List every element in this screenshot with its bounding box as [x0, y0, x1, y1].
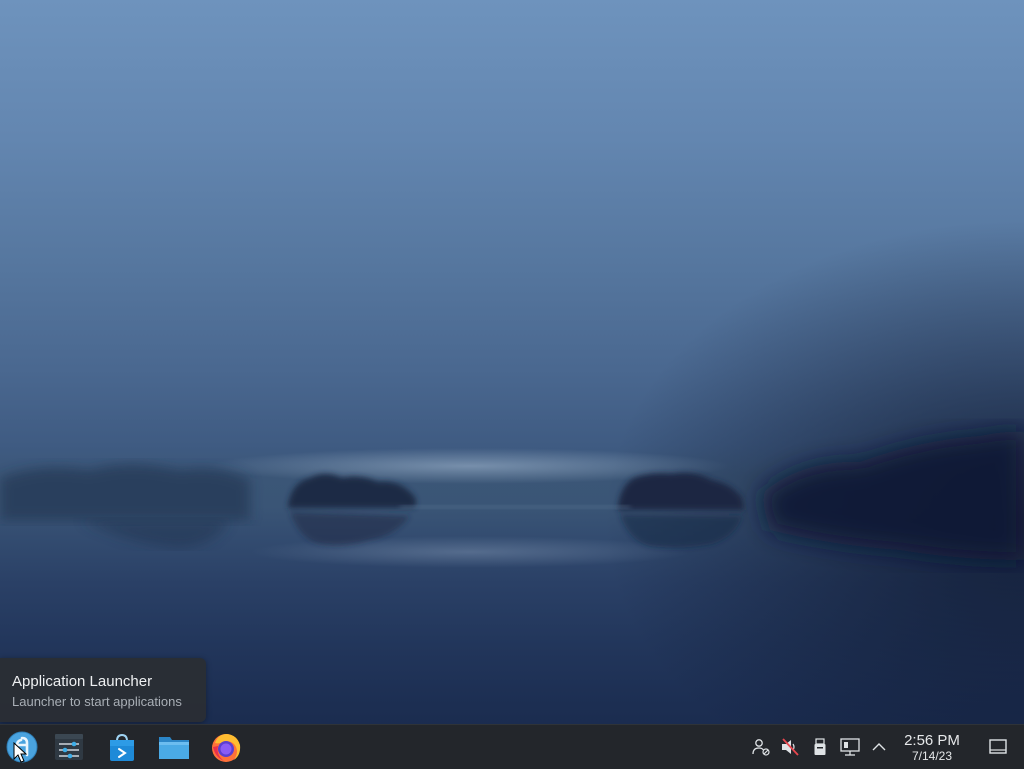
- person-icon: [752, 739, 770, 756]
- taskbar-discover[interactable]: [104, 729, 140, 765]
- tray-audio[interactable]: [780, 737, 800, 757]
- clock-date: 7/14/23: [911, 749, 953, 763]
- sliders-icon: [55, 734, 83, 760]
- taskbar: 2:56 PM 7/14/23: [0, 724, 1024, 769]
- folder-icon: [159, 737, 189, 759]
- clock-time: 2:56 PM: [904, 732, 960, 749]
- launcher-tooltip: Application Launcher Launcher to start a…: [0, 658, 206, 722]
- treeline-left: [0, 464, 250, 520]
- island-right: [618, 472, 744, 548]
- lake-scene: [0, 431, 1024, 560]
- reflection-left: [80, 520, 230, 548]
- mouse-cursor: [13, 742, 27, 763]
- taskbar-system-settings[interactable]: [51, 729, 87, 765]
- digital-clock[interactable]: 2:56 PM 7/14/23: [896, 729, 968, 765]
- tray-expand[interactable]: [869, 737, 889, 757]
- show-desktop-icon: [989, 739, 1007, 754]
- taskbar-file-manager[interactable]: [156, 729, 192, 765]
- taskbar-firefox[interactable]: [208, 729, 244, 765]
- network-wired-icon: [840, 738, 860, 756]
- island-left: [288, 474, 417, 546]
- desktop-wallpaper: [0, 0, 1024, 768]
- tooltip-subtitle: Launcher to start applications: [12, 694, 182, 709]
- tray-user-status[interactable]: [751, 737, 771, 757]
- shopping-bag-icon: [110, 733, 134, 761]
- firefox-icon: [212, 734, 241, 762]
- usb-drive-icon: [814, 738, 826, 755]
- tooltip-title: Application Launcher: [12, 673, 153, 690]
- treeline-right: [760, 431, 1024, 560]
- chevron-up-icon: [872, 743, 886, 751]
- show-desktop-button[interactable]: [986, 735, 1010, 759]
- tray-storage[interactable]: [810, 737, 830, 757]
- tray-network[interactable]: [840, 737, 860, 757]
- speaker-muted-icon: [782, 738, 799, 756]
